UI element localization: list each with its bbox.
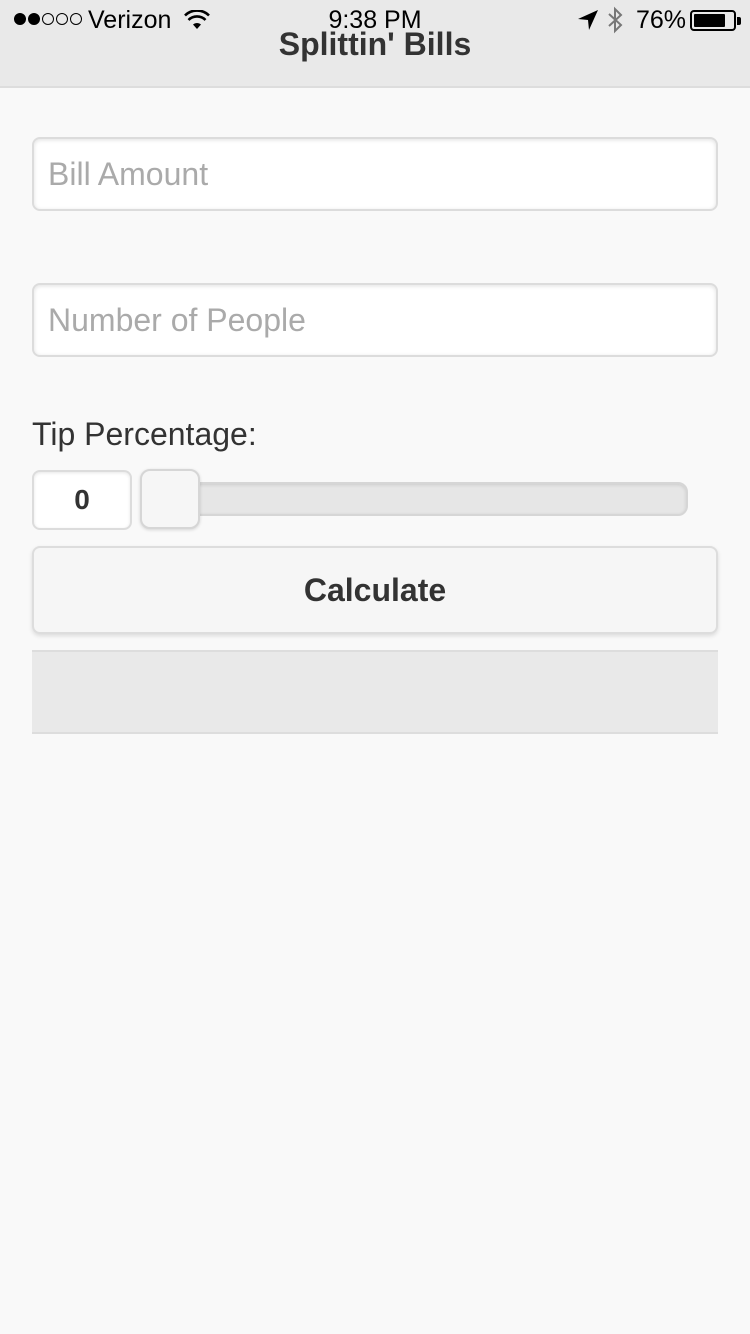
- header-bar: Verizon 9:38 PM 76% Splittin' Bills: [0, 0, 750, 88]
- tip-percentage-label: Tip Percentage:: [32, 416, 257, 452]
- calculate-button[interactable]: Calculate: [32, 546, 718, 634]
- tip-percentage-value-input[interactable]: 0: [32, 470, 132, 530]
- bill-amount-input[interactable]: [32, 137, 718, 211]
- battery-tip: [737, 17, 741, 25]
- page-title: Splittin' Bills: [278, 26, 472, 62]
- number-of-people-input[interactable]: [32, 283, 718, 357]
- result-panel: [32, 650, 718, 734]
- tip-slider-track[interactable]: [148, 482, 688, 516]
- tip-slider-handle[interactable]: [140, 469, 200, 529]
